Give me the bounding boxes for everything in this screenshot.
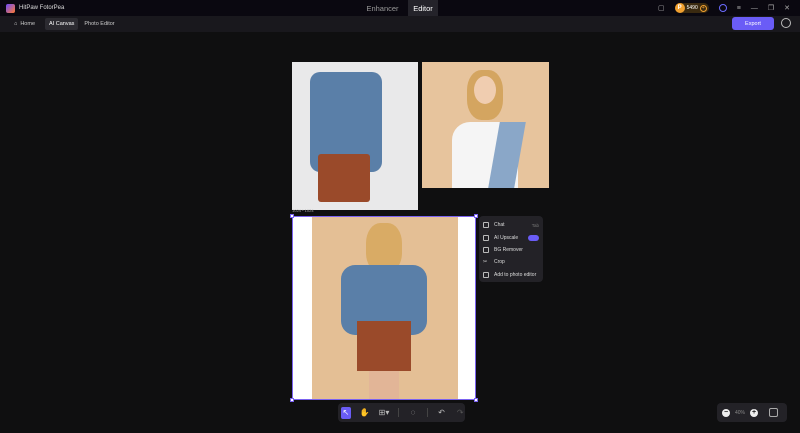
chat-icon: [483, 222, 489, 229]
resize-handle[interactable]: [290, 398, 294, 402]
credit-badge-icon: [528, 234, 539, 241]
minimize-icon[interactable]: —: [751, 5, 758, 12]
menu-item-add-to-photo-editor[interactable]: Add to photo editor: [483, 269, 539, 281]
home-label: Home: [20, 21, 35, 27]
maximize-icon[interactable]: ❐: [768, 4, 774, 12]
image-size-label: 1024 * 1024: [292, 208, 314, 213]
credits-badge[interactable]: P 5490 +: [674, 3, 709, 13]
settings-gear-icon[interactable]: [781, 18, 791, 28]
menu-icon[interactable]: ≡: [737, 5, 741, 12]
menu-item-crop[interactable]: ✂ Crop: [483, 256, 539, 268]
add-image-icon[interactable]: ⊞▾: [379, 407, 390, 419]
zoom-control: − 40% +: [717, 403, 787, 422]
feedback-icon[interactable]: ▢: [658, 4, 665, 12]
canvas-image-selected-model-outfit[interactable]: [292, 216, 476, 400]
image-add-icon: [483, 271, 489, 278]
upscale-icon: [483, 234, 489, 241]
menu-item-bg-remover[interactable]: BG Remover: [483, 244, 539, 256]
undo-icon[interactable]: ↶: [437, 407, 447, 419]
nav-photo-editor[interactable]: Photo Editor: [80, 18, 118, 30]
nav-home[interactable]: ⌂ Home: [10, 18, 39, 30]
resize-handle[interactable]: [474, 214, 478, 218]
nav-bar: ⌂ Home AI Canvas Photo Editor: [0, 16, 800, 32]
menu-item-chat[interactable]: Chat Tab: [483, 219, 539, 231]
tab-editor[interactable]: Editor: [408, 0, 438, 16]
add-credits-icon[interactable]: +: [699, 4, 707, 12]
canvas-image-model-portrait[interactable]: [422, 62, 549, 188]
divider: [398, 408, 400, 417]
ai-chat-icon[interactable]: ◌: [408, 407, 418, 419]
menu-item-ai-upscale[interactable]: AI Upscale: [483, 231, 539, 243]
close-icon[interactable]: ✕: [784, 4, 790, 12]
shortcut-label: Tab: [531, 222, 539, 228]
canvas-toolbar: ↖ ✋ ⊞▾ ◌ ↶ ↷: [338, 403, 465, 422]
resize-handle[interactable]: [290, 214, 294, 218]
app-name: HitPaw FotorPea: [19, 5, 65, 11]
select-tool-icon[interactable]: ↖: [341, 406, 351, 419]
divider: [426, 408, 428, 417]
zoom-in-icon[interactable]: +: [750, 408, 759, 417]
zoom-level: 40%: [735, 409, 746, 416]
nav-ai-canvas[interactable]: AI Canvas: [45, 18, 79, 30]
layers-icon[interactable]: [769, 408, 779, 417]
redo-icon[interactable]: ↷: [455, 407, 465, 419]
credits-count: 5490: [686, 5, 698, 11]
bg-remover-icon: [483, 246, 489, 253]
menu-label: Chat: [494, 222, 505, 229]
hand-tool-icon[interactable]: ✋: [360, 407, 370, 419]
window-controls: ▢ P 5490 + ≡ — ❐ ✕: [658, 0, 800, 16]
scissors-icon: ✂: [483, 259, 488, 266]
user-avatar-icon[interactable]: [718, 4, 727, 12]
canvas-image-outfit-flatlay[interactable]: [292, 62, 418, 210]
menu-label: Crop: [494, 259, 505, 266]
home-icon: ⌂: [14, 21, 18, 27]
menu-label: Add to photo editor: [494, 271, 537, 278]
zoom-out-icon[interactable]: −: [722, 408, 730, 417]
menu-label: AI Upscale: [494, 234, 519, 241]
export-button[interactable]: Export: [732, 17, 774, 30]
context-menu: Chat Tab AI Upscale BG Remover ✂ Crop Add …: [479, 216, 543, 282]
coin-icon: P: [674, 3, 685, 13]
resize-handle[interactable]: [474, 398, 478, 402]
menu-label: BG Remover: [494, 246, 523, 253]
app-logo-icon: [6, 3, 15, 13]
